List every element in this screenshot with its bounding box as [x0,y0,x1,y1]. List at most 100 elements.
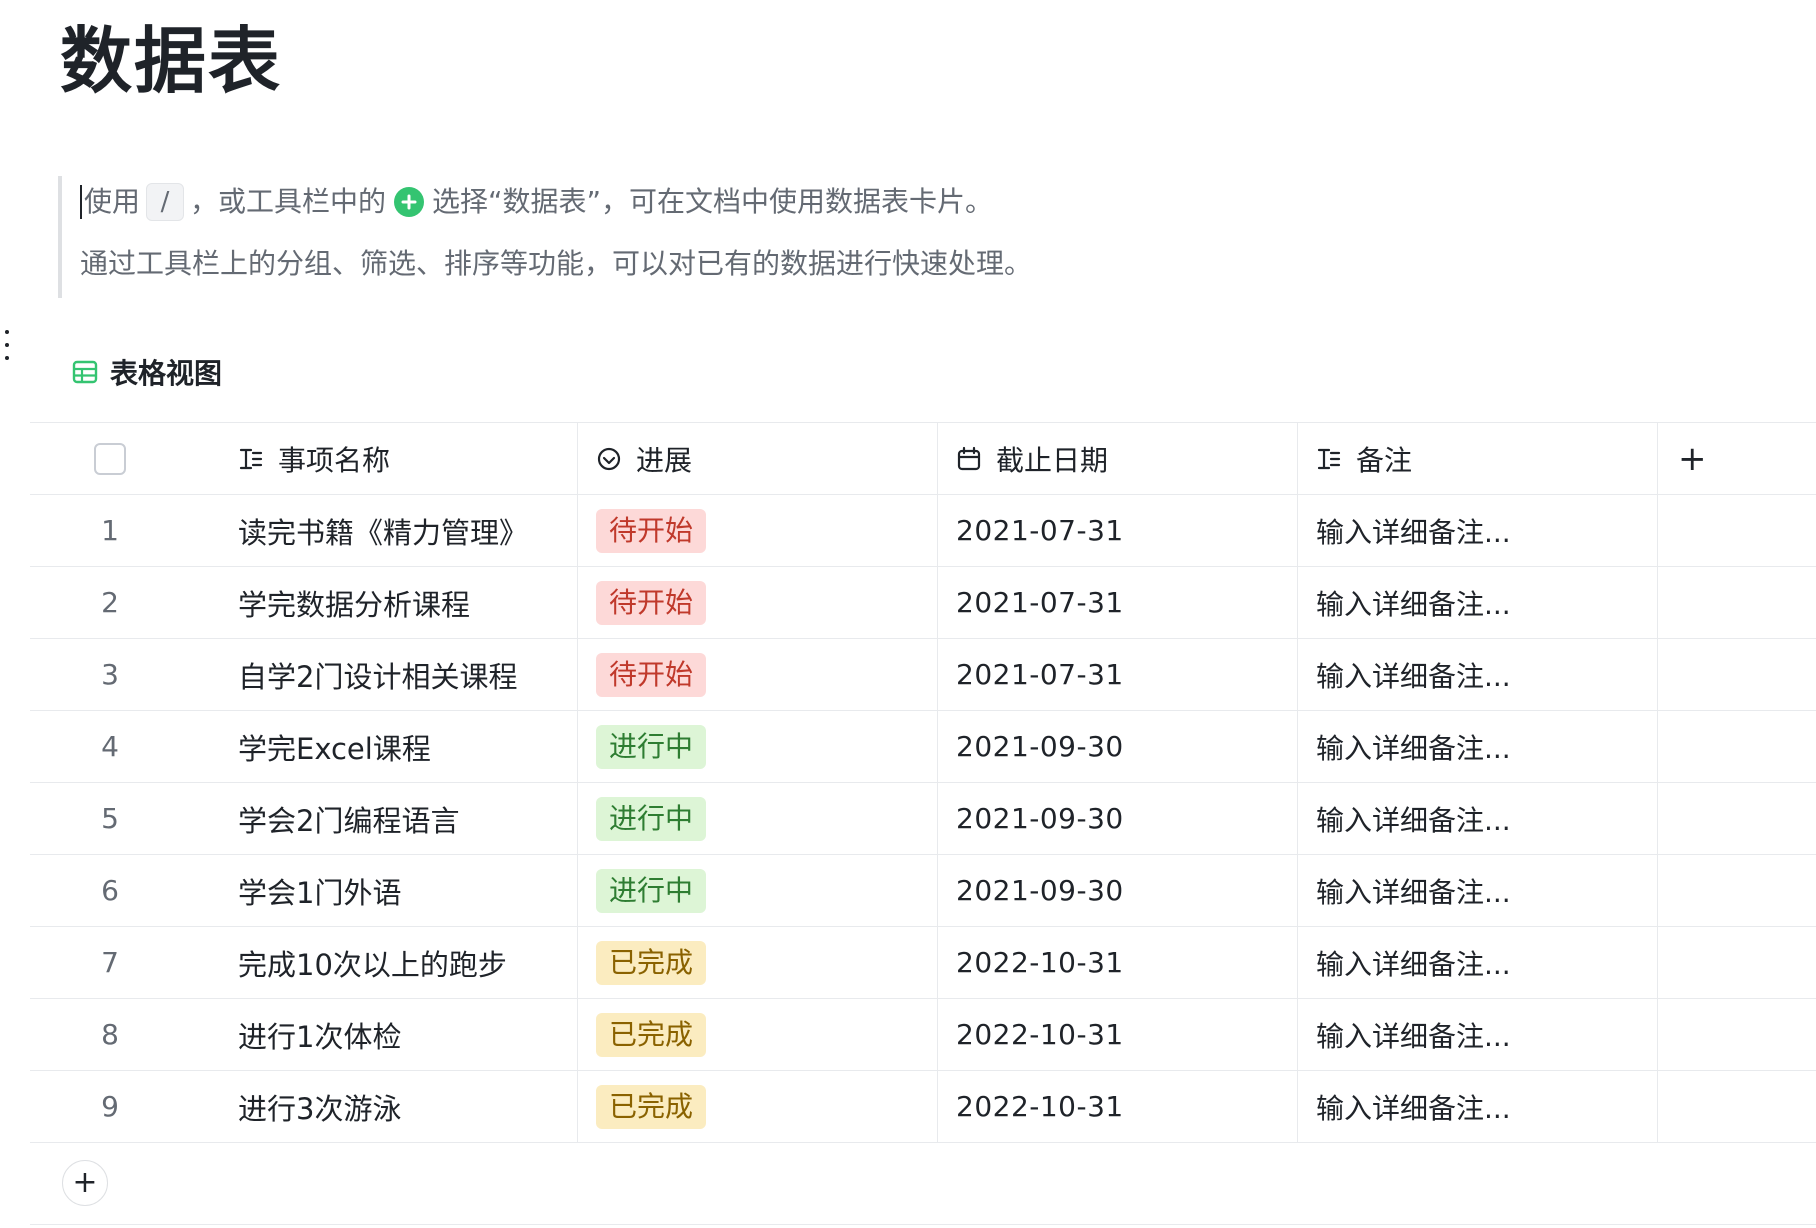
add-column-button[interactable]: + [1658,423,1816,494]
header-select-cell [30,423,190,494]
row-index-cell: 5 [30,783,190,854]
status-circle-icon [597,447,621,470]
progress-cell[interactable]: 已完成 [578,927,938,998]
plus-icon: + [1678,438,1707,479]
name-cell[interactable]: 学会1门外语 [190,855,578,926]
row-index-cell: 2 [30,567,190,638]
document-page: 数据表 使用 / ，或工具栏中的 选择“数据表”，可在文档中使用数据表卡片。 通… [0,0,1816,1228]
note-text: 输入详细备注... [1316,947,1511,981]
note-cell[interactable]: 输入详细备注... [1298,711,1658,782]
name-cell[interactable]: 完成10次以上的跑步 [190,927,578,998]
slash-key-hint: / [146,183,185,221]
row-index: 2 [101,586,119,619]
column-header-label: 备注 [1356,443,1413,477]
text-icon [1317,448,1341,469]
note-cell[interactable]: 输入详细备注... [1298,855,1658,926]
page-title[interactable]: 数据表 [60,18,282,104]
callout-text: 选择“数据表”，可在文档中使用数据表卡片。 [432,185,994,218]
date-cell[interactable]: 2022-10-31 [938,999,1298,1070]
name-cell[interactable]: 进行3次游泳 [190,1071,578,1142]
due-date: 2022-10-31 [956,1090,1124,1123]
table-row[interactable]: 4 学完Excel课程 进行中 2021-09-30 输入详细备注... [30,711,1816,783]
date-cell[interactable]: 2021-07-31 [938,639,1298,710]
table-grid-icon [72,360,98,384]
select-all-checkbox[interactable] [94,442,126,475]
calendar-icon [957,446,981,470]
column-header-label: 进展 [636,443,693,477]
name-cell[interactable]: 学完Excel课程 [190,711,578,782]
item-name: 自学2门设计相关课程 [238,659,518,694]
date-cell[interactable]: 2021-07-31 [938,495,1298,566]
row-index-cell: 6 [30,855,190,926]
note-cell[interactable]: 输入详细备注... [1298,639,1658,710]
table-row[interactable]: 7 完成10次以上的跑步 已完成 2022-10-31 输入详细备注... [30,927,1816,999]
note-cell[interactable]: 输入详细备注... [1298,783,1658,854]
row-index-cell: 1 [30,495,190,566]
date-cell[interactable]: 2022-10-31 [938,927,1298,998]
table-row[interactable]: 2 学完数据分析课程 待开始 2021-07-31 输入详细备注... [30,567,1816,639]
more-vertical-icon[interactable] [2,330,12,360]
callout-block[interactable]: 使用 / ，或工具栏中的 选择“数据表”，可在文档中使用数据表卡片。 通过工具栏… [58,176,1158,298]
column-header-label: 事项名称 [278,443,391,477]
status-badge: 待开始 [596,580,707,625]
note-cell[interactable]: 输入详细备注... [1298,495,1658,566]
column-header-progress[interactable]: 进展 [578,423,938,494]
table-row[interactable]: 5 学会2门编程语言 进行中 2021-09-30 输入详细备注... [30,783,1816,855]
item-name: 学会1门外语 [238,875,402,910]
table-row[interactable]: 1 读完书籍《精力管理》 待开始 2021-07-31 输入详细备注... [30,495,1816,567]
progress-cell[interactable]: 已完成 [578,999,938,1070]
column-header-name[interactable]: 事项名称 [190,423,578,494]
column-header-note[interactable]: 备注 [1298,423,1658,494]
date-cell[interactable]: 2021-09-30 [938,783,1298,854]
column-header-date[interactable]: 截止日期 [938,423,1298,494]
table-row[interactable]: 8 进行1次体检 已完成 2022-10-31 输入详细备注... [30,999,1816,1071]
callout-line-2: 通过工具栏上的分组、筛选、排序等功能，可以对已有的数据进行快速处理。 [80,247,1033,280]
date-cell[interactable]: 2021-09-30 [938,711,1298,782]
row-index: 3 [101,658,119,691]
note-text: 输入详细备注... [1316,875,1511,909]
progress-cell[interactable]: 进行中 [578,855,938,926]
name-cell[interactable]: 读完书籍《精力管理》 [190,495,578,566]
date-cell[interactable]: 2021-09-30 [938,855,1298,926]
progress-cell[interactable]: 待开始 [578,495,938,566]
progress-cell[interactable]: 进行中 [578,711,938,782]
note-cell[interactable]: 输入详细备注... [1298,999,1658,1070]
note-cell[interactable]: 输入详细备注... [1298,567,1658,638]
name-cell[interactable]: 学会2门编程语言 [190,783,578,854]
name-cell[interactable]: 学完数据分析课程 [190,567,578,638]
progress-cell[interactable]: 待开始 [578,639,938,710]
note-cell[interactable]: 输入详细备注... [1298,927,1658,998]
table-row[interactable]: 9 进行3次游泳 已完成 2022-10-31 输入详细备注... [30,1071,1816,1143]
progress-cell[interactable]: 已完成 [578,1071,938,1142]
add-row-button[interactable]: + [62,1160,108,1206]
note-text: 输入详细备注... [1316,1019,1511,1053]
row-index: 9 [101,1090,119,1123]
table-row[interactable]: 6 学会1门外语 进行中 2021-09-30 输入详细备注... [30,855,1816,927]
tab-table-view[interactable]: 表格视图 [72,352,222,392]
status-badge: 进行中 [596,724,707,769]
item-name: 进行1次体检 [238,1019,402,1054]
progress-cell[interactable]: 进行中 [578,783,938,854]
table-row[interactable]: 3 自学2门设计相关课程 待开始 2021-07-31 输入详细备注... [30,639,1816,711]
status-badge: 已完成 [596,1012,707,1057]
row-index-cell: 8 [30,999,190,1070]
due-date: 2022-10-31 [956,946,1124,979]
progress-cell[interactable]: 待开始 [578,567,938,638]
status-badge: 待开始 [596,652,707,697]
due-date: 2022-10-31 [956,1018,1124,1051]
data-table: 事项名称 进展 截止日期 备注 + 1 读完书籍《精力管理》 待开始 2021-… [30,422,1816,1143]
row-index: 8 [101,1018,119,1051]
note-text: 输入详细备注... [1316,515,1511,549]
note-cell[interactable]: 输入详细备注... [1298,1071,1658,1142]
item-name: 学会2门编程语言 [238,803,460,838]
item-name: 学完Excel课程 [238,731,431,766]
row-index: 4 [101,730,119,763]
name-cell[interactable]: 进行1次体检 [190,999,578,1070]
row-index: 5 [101,802,119,835]
plus-circle-icon [394,187,425,217]
date-cell[interactable]: 2021-07-31 [938,567,1298,638]
due-date: 2021-09-30 [956,874,1124,907]
date-cell[interactable]: 2022-10-31 [938,1071,1298,1142]
divider [30,1224,1816,1225]
name-cell[interactable]: 自学2门设计相关课程 [190,639,578,710]
